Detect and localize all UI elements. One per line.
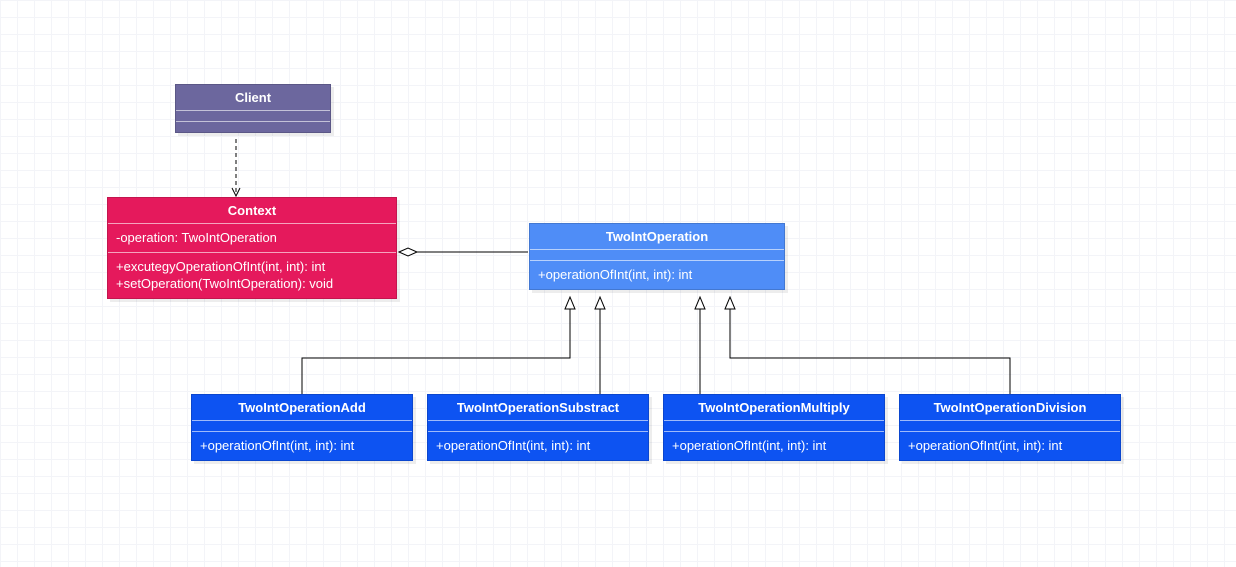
attributes-section: [428, 421, 648, 432]
operation: +operationOfInt(int, int): int: [200, 437, 404, 455]
attributes-section: [530, 250, 784, 261]
class-title: TwoIntOperationMultiply: [664, 395, 884, 421]
operation: +operationOfInt(int, int): int: [538, 266, 776, 284]
operations-section: +excutegyOperationOfInt(int, int): int +…: [108, 253, 396, 298]
operations-section: +operationOfInt(int, int): int: [192, 432, 412, 460]
class-two-int-operation-substract[interactable]: TwoIntOperationSubstract +operationOfInt…: [427, 394, 649, 461]
rel-div-gen: [730, 297, 1010, 394]
class-two-int-operation[interactable]: TwoIntOperation +operationOfInt(int, int…: [529, 223, 785, 290]
operation: +operationOfInt(int, int): int: [672, 437, 876, 455]
class-context[interactable]: Context -operation: TwoIntOperation +exc…: [107, 197, 397, 299]
class-title: TwoIntOperationSubstract: [428, 395, 648, 421]
operations-section: +operationOfInt(int, int): int: [530, 261, 784, 289]
operation: +operationOfInt(int, int): int: [436, 437, 640, 455]
attribute: -operation: TwoIntOperation: [116, 229, 388, 247]
class-title: TwoIntOperationAdd: [192, 395, 412, 421]
class-two-int-operation-division[interactable]: TwoIntOperationDivision +operationOfInt(…: [899, 394, 1121, 461]
attributes-section: [664, 421, 884, 432]
class-title: TwoIntOperation: [530, 224, 784, 250]
operation: +setOperation(TwoIntOperation): void: [116, 275, 388, 293]
class-title: Client: [176, 85, 330, 111]
class-two-int-operation-multiply[interactable]: TwoIntOperationMultiply +operationOfInt(…: [663, 394, 885, 461]
operation: +excutegyOperationOfInt(int, int): int: [116, 258, 388, 276]
attributes-section: [176, 111, 330, 122]
class-two-int-operation-add[interactable]: TwoIntOperationAdd +operationOfInt(int, …: [191, 394, 413, 461]
rel-add-gen: [302, 297, 570, 394]
attributes-section: [900, 421, 1120, 432]
attributes-section: -operation: TwoIntOperation: [108, 224, 396, 253]
class-title: Context: [108, 198, 396, 224]
operations-section: +operationOfInt(int, int): int: [428, 432, 648, 460]
attributes-section: [192, 421, 412, 432]
class-title: TwoIntOperationDivision: [900, 395, 1120, 421]
operations-section: [176, 122, 330, 132]
operations-section: +operationOfInt(int, int): int: [664, 432, 884, 460]
operations-section: +operationOfInt(int, int): int: [900, 432, 1120, 460]
operation: +operationOfInt(int, int): int: [908, 437, 1112, 455]
class-client[interactable]: Client: [175, 84, 331, 133]
